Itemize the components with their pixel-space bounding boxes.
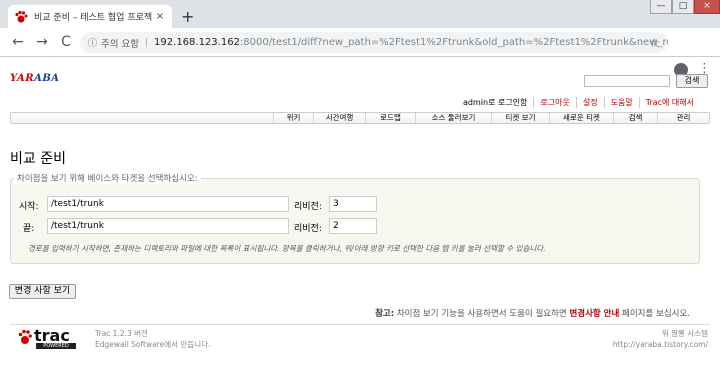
forward-icon[interactable]: → <box>34 34 50 50</box>
browser-toolbar: ← → C ⓘ 주의 요함 | 192.168.123.162 :8000/te… <box>0 28 720 77</box>
settings-link[interactable]: 설정 <box>575 97 604 108</box>
from-rev-input[interactable]: 3 <box>329 196 377 212</box>
nav-admin[interactable]: 관리 <box>657 113 709 123</box>
url-host: 192.168.123.162 <box>154 37 240 48</box>
path-hint: 경로를 입력하기 시작하면, 존재하는 디렉토리와 파일에 대한 목록이 표시됩… <box>28 244 546 253</box>
about-trac-link[interactable]: Trac에 대해서 <box>638 97 700 108</box>
trac-powered-logo[interactable]: trac POWERED <box>18 326 78 350</box>
trac-version[interactable]: Trac 1.2.3 버전 <box>95 328 210 339</box>
to-rev-input[interactable]: 2 <box>329 218 377 234</box>
note-suffix: 페이지를 보십시오. <box>622 309 690 319</box>
footer-site-info: 뭐 짬뽕 사스템 http://yaraba.tistory.com/ <box>613 328 708 350</box>
window-minimize-button[interactable]: — <box>650 0 672 14</box>
security-label: 주의 요함 <box>101 38 139 50</box>
bookmark-star-icon[interactable]: ☆ <box>649 36 660 50</box>
main-nav: 위키 시간여행 로드맵 소스 둘러보기 티켓 보기 새로운 티켓 검색 관리 <box>10 112 710 124</box>
info-icon[interactable]: ⓘ <box>88 36 97 49</box>
address-bar[interactable]: ⓘ 주의 요함 | 192.168.123.162 :8000/test1/di… <box>80 32 668 53</box>
powered-badge: POWERED <box>36 343 76 349</box>
nav-browse-source[interactable]: 소스 둘러보기 <box>415 113 491 123</box>
page-title: 비교 준비 <box>10 151 66 167</box>
help-note: 참고: 차이점 보기 기능을 사용하면서 도움이 필요하면 변경사항 안내 페이… <box>375 307 690 319</box>
to-label: 끝: <box>23 224 35 234</box>
site-logo[interactable]: YARABA <box>10 73 60 84</box>
url-separator: | <box>145 37 149 48</box>
logout-link[interactable]: 로그아웃 <box>533 97 575 108</box>
browser-tabstrip: 비교 준비 – 테스트 협업 프로젝 × + — □ × <box>0 0 720 28</box>
tab-title: 비교 준비 – 테스트 협업 프로젝 <box>34 13 153 23</box>
trac-paw-icon <box>15 10 28 22</box>
nav-view-tickets[interactable]: 티켓 보기 <box>491 113 549 123</box>
to-rev-label: 리비전: <box>294 224 322 234</box>
note-text: 차이점 보기 기능을 사용하면서 도움이 필요하면 <box>396 309 567 319</box>
tab-close-icon[interactable]: × <box>154 11 166 22</box>
footer-site-url[interactable]: http://yaraba.tistory.com/ <box>613 339 708 350</box>
footer-site-name: 뭐 짬뽕 사스템 <box>661 329 708 338</box>
nav-search[interactable]: 검색 <box>613 113 657 123</box>
search-input[interactable] <box>584 75 670 87</box>
window-close-button[interactable]: × <box>694 0 720 14</box>
nav-roadmap[interactable]: 로드맵 <box>365 113 415 123</box>
nav-timeline[interactable]: 시간여행 <box>313 113 365 123</box>
reload-icon[interactable]: C <box>58 34 74 50</box>
fieldset-legend: 차이점을 보기 위해 베이스와 타겟을 선택하십시오: <box>14 172 201 184</box>
search-button[interactable]: 검색 <box>676 74 708 88</box>
meta-nav: admin로 로그인함 로그아웃 설정 도움말 Trac에 대해서 <box>457 97 700 108</box>
changes-guide-link[interactable]: 변경사항 안내 <box>569 309 619 319</box>
from-path-input[interactable]: /test1/trunk <box>47 196 289 212</box>
note-prefix: 참고: <box>375 309 395 319</box>
view-changes-button[interactable]: 변경 사항 보기 <box>9 284 76 299</box>
from-label: 시작: <box>19 202 39 212</box>
from-rev-label: 리비전: <box>294 202 322 212</box>
window-maximize-button[interactable]: □ <box>672 0 694 14</box>
site-logo-part-a: YAR <box>10 73 35 84</box>
help-link[interactable]: 도움말 <box>603 97 639 108</box>
nav-new-ticket[interactable]: 새로운 티켓 <box>549 113 613 123</box>
new-tab-icon[interactable]: + <box>181 7 194 26</box>
trac-paw-icon <box>18 329 32 344</box>
site-logo-part-b: ABA <box>34 73 60 84</box>
browser-tab[interactable]: 비교 준비 – 테스트 협업 프로젝 × <box>8 5 172 28</box>
edgewall-credit: Edgewall Software에서 만듭니다. <box>95 340 211 349</box>
url-path: :8000/test1/diff?new_path=%2Ftest1%2Ftru… <box>239 37 668 48</box>
footer-divider <box>10 324 710 325</box>
to-path-input[interactable]: /test1/trunk <box>47 218 289 234</box>
logged-in-user: admin로 로그인함 <box>463 98 528 107</box>
nav-wiki[interactable]: 위키 <box>273 113 313 123</box>
footer-version: Trac 1.2.3 버전 Edgewall Software에서 만듭니다. <box>95 328 210 350</box>
back-icon[interactable]: ← <box>10 34 26 50</box>
